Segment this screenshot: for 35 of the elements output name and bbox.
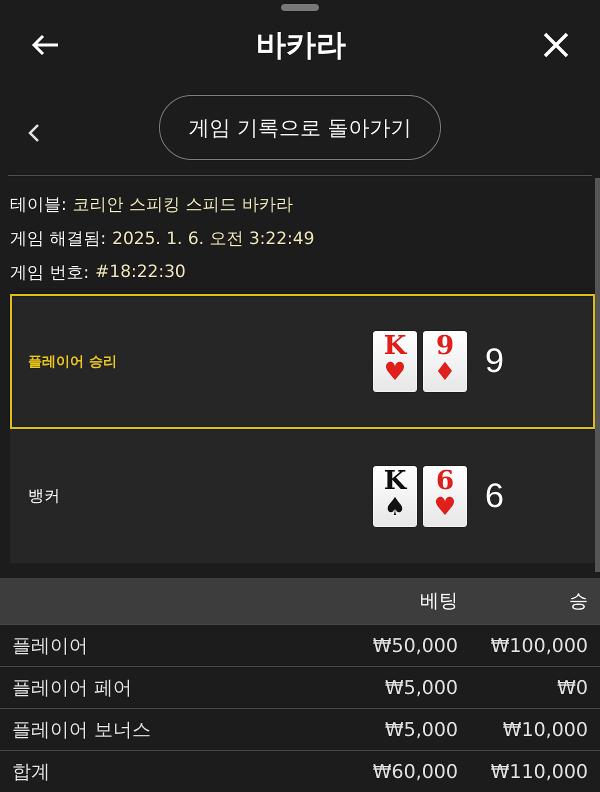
table-cell-text: ₩100,000 [490,634,588,656]
column-header: 승 [568,589,588,614]
drag-handle[interactable] [281,4,319,11]
info-label: 게임 번호: [10,262,90,284]
page-title: 바카라 [256,26,346,64]
table-cell-text: ₩5,000 [384,718,458,740]
info-label: 테이블: [10,194,67,216]
playing-card: 9 ♦ [423,331,467,392]
hand-score: 9 [485,342,504,381]
column-header: 베팅 [419,589,458,614]
hand-label: 플레이어 승리 [28,352,117,370]
chevron-left-icon[interactable] [28,122,40,142]
table-cell-text: ₩10,000 [502,718,588,740]
table-cell-text: 합계 [12,760,51,784]
back-to-history-button[interactable]: 게임 기록으로 돌아가기 [159,95,441,160]
scrollbar[interactable] [595,178,600,572]
close-icon[interactable] [542,31,570,59]
info-label: 게임 해결됨: [10,228,106,250]
info-value: 2025. 1. 6. 오전 3:22:49 [112,228,314,250]
table-cell-text: ₩50,000 [372,634,458,656]
playing-card: K ♠ [373,466,417,526]
info-value: #18:22:30 [95,262,186,282]
hand-score: 6 [485,476,504,516]
playing-card: 6 ♥ [423,466,467,526]
info-value: 코리안 스피킹 스피드 바카라 [72,194,293,216]
table-cell-text: 플레이어 보너스 [12,718,152,742]
back-arrow-icon[interactable] [30,33,60,57]
table-cell-text: ₩60,000 [372,760,458,782]
table-cell-text: 플레이어 페어 [12,676,134,700]
table-cell-text: ₩0 [556,676,588,698]
playing-card: K ♥ [373,331,417,392]
hand-label: 뱅커 [28,486,60,506]
table-cell-text: 플레이어 [12,634,89,658]
table-cell-text: ₩110,000 [490,760,588,782]
table-cell-text: ₩5,000 [384,676,458,698]
